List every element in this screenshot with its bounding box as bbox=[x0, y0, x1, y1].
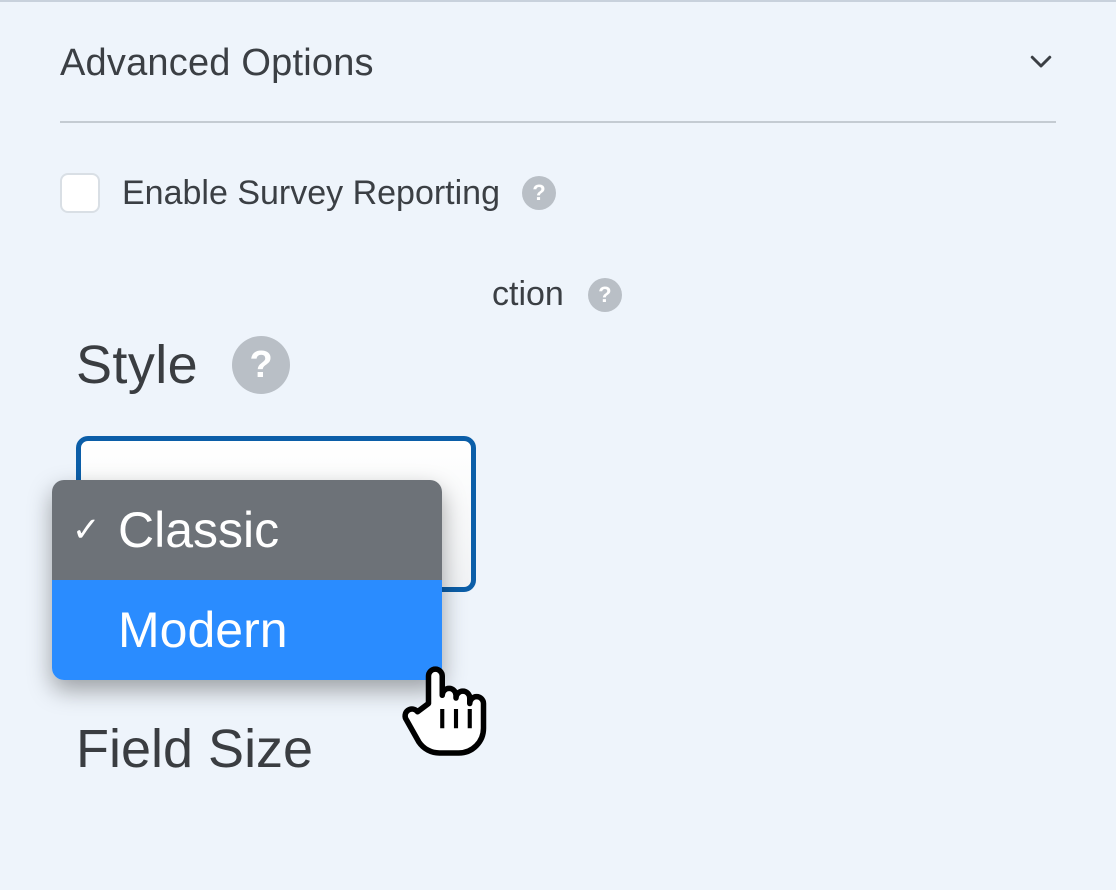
magnifier-bubble: Style ? ✓ Classic ✓ Modern Field Size bbox=[0, 250, 604, 890]
survey-label: Enable Survey Reporting bbox=[122, 174, 500, 213]
option-row-survey: Enable Survey Reporting ? bbox=[60, 173, 1056, 213]
help-icon[interactable]: ? bbox=[522, 176, 556, 210]
dropdown-option-classic[interactable]: ✓ Classic bbox=[52, 480, 442, 580]
style-dropdown: ✓ Classic ✓ Modern bbox=[52, 480, 442, 680]
section-title: Advanced Options bbox=[60, 42, 374, 85]
dropdown-option-label: Modern bbox=[118, 601, 288, 659]
survey-checkbox[interactable] bbox=[60, 173, 100, 213]
chevron-down-icon bbox=[1026, 46, 1056, 81]
help-icon[interactable]: ? bbox=[232, 336, 290, 394]
check-icon: ✓ bbox=[72, 510, 100, 550]
divider bbox=[60, 121, 1056, 123]
style-label: Style bbox=[76, 334, 198, 396]
dropdown-option-modern[interactable]: ✓ Modern bbox=[52, 580, 442, 680]
dropdown-option-label: Classic bbox=[118, 501, 279, 559]
advanced-options-header[interactable]: Advanced Options bbox=[60, 32, 1056, 121]
field-size-label: Field Size bbox=[76, 718, 313, 780]
